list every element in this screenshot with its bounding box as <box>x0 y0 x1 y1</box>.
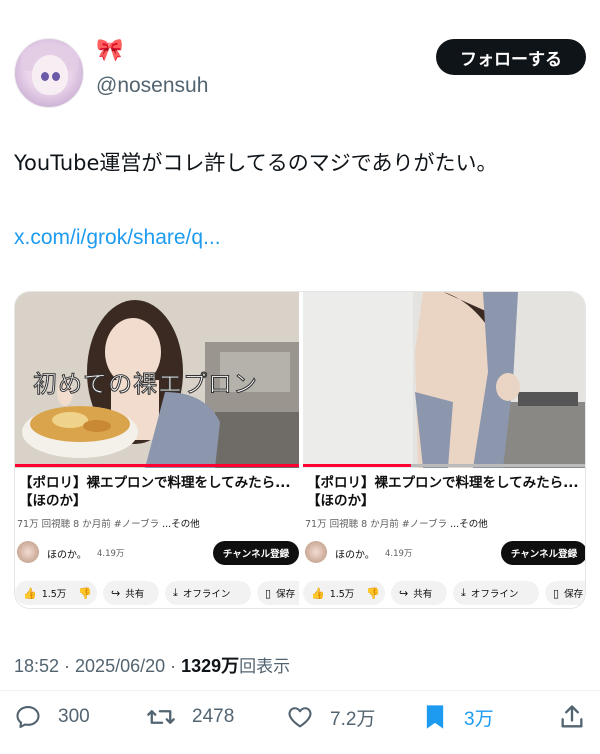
tweet-header: 🎀 @nosensuh フォローする <box>14 38 586 108</box>
tweet-text: YouTube運営がコレ許してるのマジでありがたい。 <box>14 151 498 175</box>
like-button[interactable]: 7.2万 <box>286 702 375 732</box>
subscriber-count: 4.19万 <box>97 549 125 559</box>
divider <box>0 690 600 691</box>
author-handle[interactable]: @nosensuh <box>96 74 208 98</box>
repost-count: 2478 <box>192 706 235 727</box>
video-thumbnail[interactable]: 初めての裸エプロン <box>15 292 299 468</box>
tweet-link[interactable]: x.com/i/grok/share/q... <box>14 226 221 250</box>
video-screenshot-card[interactable]: 初めての裸エプロン 【ポロリ】裸エプロンで料理をしてみたら...【ほのか】 71… <box>15 292 299 608</box>
video-actions: 👍 1.5万 👎 ↪ 共有 ⤓ オフライン ▯ 保存 <box>15 581 299 605</box>
like-count: 1.5万 <box>41 589 67 600</box>
save-label: 保存 <box>276 589 296 600</box>
share-tweet-button[interactable] <box>558 702 600 732</box>
tweet-action-bar: 300 2478 7.2万 3万 <box>14 702 586 732</box>
like-count: 7.2万 <box>330 708 376 730</box>
download-icon: ⤓ <box>461 586 466 599</box>
bookmark-outline-icon: ▯ <box>553 586 560 600</box>
share-icon: ↪ <box>399 586 409 600</box>
reply-count: 300 <box>58 706 90 727</box>
progress-bar[interactable] <box>303 464 411 467</box>
heart-icon <box>288 707 312 728</box>
subscriber-count: 4.19万 <box>385 549 413 559</box>
like-count: 1.5万 <box>329 589 355 600</box>
reply-button[interactable]: 300 <box>14 702 90 732</box>
thumbs-down-icon[interactable]: 👎 <box>78 587 92 600</box>
thumbs-up-icon[interactable]: 👍 <box>23 587 37 600</box>
media-grid: 初めての裸エプロン 【ポロリ】裸エプロンで料理をしてみたら...【ほのか】 71… <box>14 291 586 609</box>
download-icon: ⤓ <box>173 586 178 599</box>
author-avatar[interactable] <box>14 38 84 108</box>
video-title[interactable]: 【ポロリ】裸エプロンで料理をしてみたら...【ほのか】 <box>19 474 297 510</box>
bookmark-outline-icon: ▯ <box>265 586 272 600</box>
thumbnail-overlay-text: 初めての裸エプロン <box>33 370 258 399</box>
share-button[interactable]: ↪ 共有 <box>391 581 447 605</box>
reply-icon <box>16 706 40 728</box>
tweet-timestamp: 18:52 · 2025/06/20 · 1329万回表示 <box>14 652 290 678</box>
view-count: 1329万 <box>181 656 240 676</box>
save-button[interactable]: ▯ 保存 <box>545 581 585 605</box>
channel-avatar[interactable] <box>305 541 327 563</box>
share-icon: ↪ <box>111 586 121 600</box>
share-button[interactable]: ↪ 共有 <box>103 581 159 605</box>
save-button[interactable]: ▯ 保存 <box>257 581 299 605</box>
like-dislike-pill[interactable]: 👍 1.5万 👎 <box>15 581 97 605</box>
channel-avatar[interactable] <box>17 541 39 563</box>
share-label: 共有 <box>413 589 433 600</box>
save-label: 保存 <box>564 589 584 600</box>
video-title[interactable]: 【ポロリ】裸エプロンで料理をしてみたら...【ほのか】 <box>307 474 585 510</box>
thumbnail-illustration <box>303 292 585 468</box>
follow-button[interactable]: フォローする <box>436 39 586 75</box>
thumbs-up-icon[interactable]: 👍 <box>311 587 325 600</box>
more-link[interactable]: ...その他 <box>162 519 200 530</box>
bookmark-button[interactable]: 3万 <box>422 702 494 732</box>
offline-label: オフライン <box>182 589 231 600</box>
channel-name[interactable]: ほのか。 <box>335 546 375 561</box>
offline-label: オフライン <box>470 589 519 600</box>
view-count-label: 回表示 <box>239 657 291 677</box>
video-thumbnail[interactable] <box>303 292 585 468</box>
upload-share-icon <box>561 705 583 728</box>
subscribe-button[interactable]: チャンネル登録 <box>213 541 299 565</box>
video-screenshot-card[interactable]: 【ポロリ】裸エプロンで料理をしてみたら...【ほのか】 71万 回視聴 8 か月… <box>303 292 585 608</box>
offline-button[interactable]: ⤓ オフライン <box>453 581 539 605</box>
like-dislike-pill[interactable]: 👍 1.5万 👎 <box>303 581 385 605</box>
progress-bar[interactable] <box>15 464 299 467</box>
offline-button[interactable]: ⤓ オフライン <box>165 581 251 605</box>
video-meta-text: 71万 回視聴 8 か月前 #ノーブラ <box>305 519 448 530</box>
channel-row: ほのか。 4.19万 チャンネル登録 <box>303 539 585 567</box>
video-meta-text: 71万 回視聴 8 か月前 #ノーブラ <box>17 519 160 530</box>
share-label: 共有 <box>125 589 145 600</box>
avatar-face <box>32 55 68 95</box>
channel-row: ほのか。 4.19万 チャンネル登録 <box>15 539 299 567</box>
bookmark-count: 3万 <box>464 708 494 730</box>
subscribe-button[interactable]: チャンネル登録 <box>501 541 585 565</box>
thumbs-down-icon[interactable]: 👎 <box>366 587 380 600</box>
repost-button[interactable]: 2478 <box>146 702 234 732</box>
avatar-eye <box>52 72 60 81</box>
video-actions: 👍 1.5万 👎 ↪ 共有 ⤓ オフライン ▯ 保存 <box>303 581 585 605</box>
channel-name[interactable]: ほのか。 <box>47 546 87 561</box>
avatar-eye <box>41 72 49 81</box>
display-name-emoji[interactable]: 🎀 <box>96 40 123 62</box>
video-meta: 71万 回視聴 8 か月前 #ノーブラ ...その他 <box>17 516 200 530</box>
more-link[interactable]: ...その他 <box>450 519 488 530</box>
time-date[interactable]: 18:52 · 2025/06/20 · <box>14 656 181 676</box>
video-meta: 71万 回視聴 8 か月前 #ノーブラ ...その他 <box>305 516 488 530</box>
bookmark-icon <box>426 705 444 729</box>
repost-icon <box>147 710 175 724</box>
